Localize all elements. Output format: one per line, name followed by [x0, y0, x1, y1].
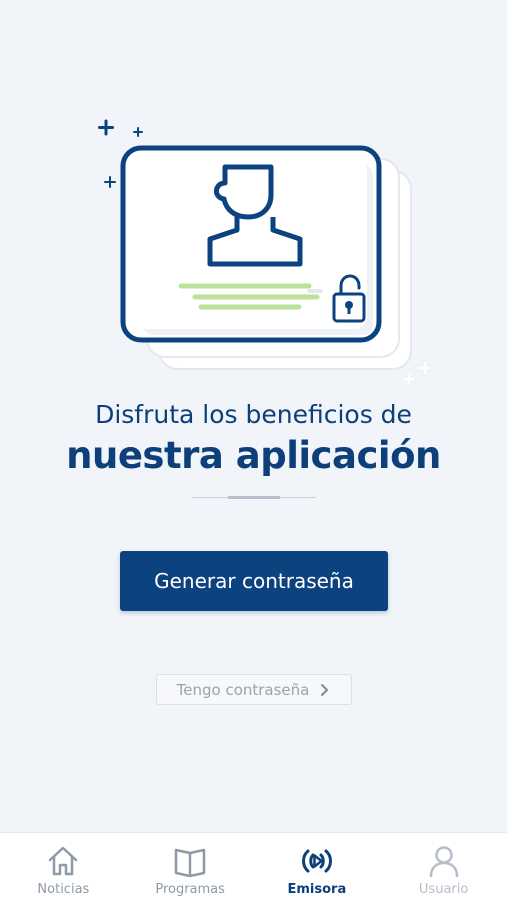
have-password-button[interactable]: Tengo contraseña: [156, 674, 352, 705]
headline-title: nuestra aplicación: [66, 434, 441, 477]
nav-label-emisora: Emisora: [287, 882, 347, 897]
bottom-nav: Noticias Programas Emisora Usuario: [0, 832, 507, 900]
book-icon: [174, 848, 206, 878]
generate-password-button[interactable]: Generar contraseña: [120, 551, 388, 611]
id-card-illustration: [98, 119, 431, 384]
sparkle-icon: [104, 176, 116, 188]
user-icon: [429, 846, 458, 878]
nav-item-programas[interactable]: Programas: [127, 833, 254, 900]
headline-subtitle: Disfruta los beneficios de: [95, 400, 412, 429]
nav-label-programas: Programas: [155, 882, 225, 897]
radio-play-icon: [301, 849, 332, 873]
sparkle-icon: [404, 362, 431, 384]
chevron-right-icon: [321, 683, 329, 696]
divider-accent: [228, 496, 280, 499]
nav-label-noticias: Noticias: [37, 882, 90, 897]
headline: Disfruta los beneficios de nuestra aplic…: [0, 398, 507, 480]
nav-label-usuario: Usuario: [418, 882, 469, 897]
nav-item-noticias[interactable]: Noticias: [0, 833, 127, 900]
generate-password-label: Generar contraseña: [154, 569, 354, 593]
sparkle-icon: [133, 127, 143, 137]
onboarding-screen: Disfruta los beneficios de nuestra aplic…: [0, 0, 507, 900]
have-password-label: Tengo contraseña: [176, 680, 310, 699]
nav-item-emisora[interactable]: Emisora: [254, 833, 381, 900]
sparkle-icon: [98, 119, 114, 136]
home-icon: [49, 846, 78, 876]
nav-item-usuario[interactable]: Usuario: [380, 833, 507, 900]
